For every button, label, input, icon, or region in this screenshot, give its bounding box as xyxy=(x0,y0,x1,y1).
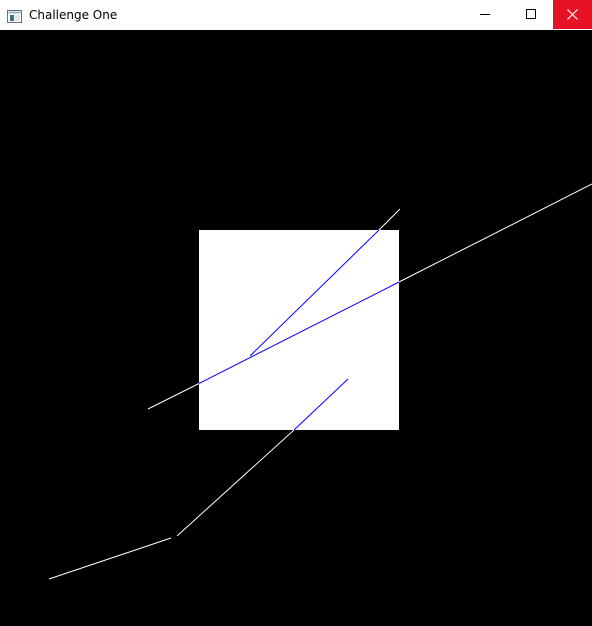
maximize-button[interactable] xyxy=(507,0,553,29)
drawing-canvas[interactable] xyxy=(0,30,592,626)
title-bar[interactable]: Challenge One xyxy=(0,0,592,30)
close-button[interactable] xyxy=(553,0,592,29)
minimize-icon xyxy=(480,14,490,15)
close-icon xyxy=(553,0,592,29)
minimize-button[interactable] xyxy=(461,0,507,29)
white-square xyxy=(199,230,399,430)
maximize-icon xyxy=(526,9,536,19)
app-window-icon xyxy=(7,8,22,23)
window-title: Challenge One xyxy=(29,8,118,22)
app-window: Challenge One xyxy=(0,0,592,626)
